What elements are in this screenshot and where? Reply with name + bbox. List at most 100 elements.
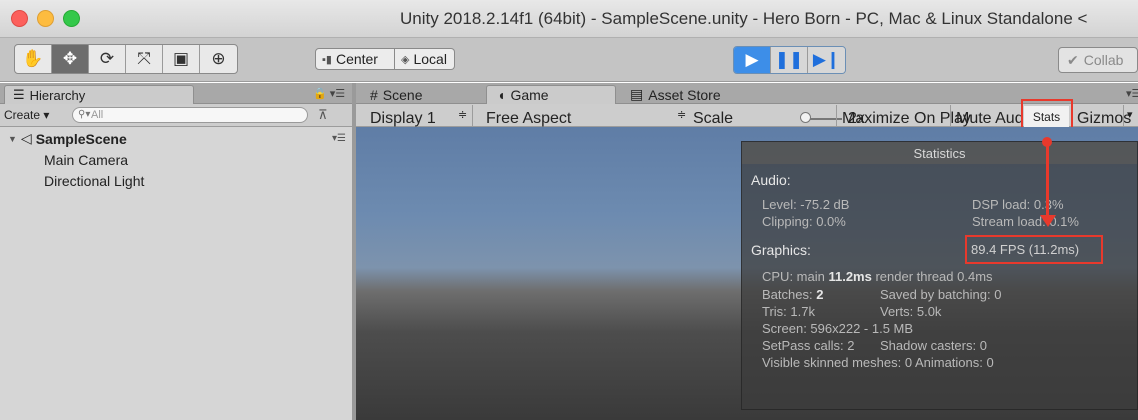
hand-tool-button[interactable]: ✋ (15, 45, 52, 73)
create-label: Create (4, 108, 41, 122)
aspect-stepper-icon: ≑ (677, 109, 687, 121)
collab-label: Collab (1083, 52, 1124, 68)
cpu-prefix: CPU: main (762, 269, 829, 284)
tab-game[interactable]: ◖ Game (486, 85, 616, 104)
pause-icon: ❚❚ (774, 50, 804, 69)
play-icon: ▶ (745, 50, 759, 69)
gizmos-chevron-icon: ▾ (1127, 109, 1133, 121)
move-tool-button[interactable]: ✥ (52, 45, 89, 73)
pacman-icon: ◖ (497, 87, 506, 103)
title-bar: Unity 2018.2.14f1 (64bit) - SampleScene.… (0, 0, 1138, 38)
scale-slider-handle[interactable] (800, 112, 811, 123)
audio-heading: Audio: (751, 172, 791, 188)
grid-icon: # (370, 86, 378, 103)
hierarchy-item-directional-light[interactable]: Directional Light (44, 173, 144, 189)
pivot-rotation-button[interactable]: ◈ Local (395, 48, 455, 70)
annotation-arrow-head (1040, 215, 1056, 227)
step-icon: ▶❙ (812, 50, 841, 69)
collab-button[interactable]: ✔ Collab (1058, 47, 1138, 73)
play-controls: ▶ ❚❚ ▶❙ (733, 46, 846, 74)
divider (472, 105, 473, 127)
maximize-on-play-button[interactable]: Maximize On Play (842, 110, 971, 128)
aspect-dropdown[interactable]: Free Aspect (486, 110, 571, 128)
scale-label: Scale (693, 110, 734, 127)
audio-clipping: Clipping: 0.0% (762, 214, 846, 229)
list-icon: ☰ (13, 87, 25, 102)
graphics-heading: Graphics: (751, 242, 811, 258)
divider (950, 105, 951, 127)
fps-highlight-box (965, 235, 1103, 264)
scale-icon: ⤧ (137, 49, 151, 68)
search-placeholder: All (91, 109, 104, 121)
screen-info: Screen: 596x222 - 1.5 MB (762, 321, 914, 336)
pause-button[interactable]: ❚❚ (771, 47, 808, 73)
create-dropdown[interactable]: Create ▾ (4, 108, 49, 122)
chevron-down-icon: ▾ (43, 108, 50, 122)
display-label: Display 1 (370, 110, 436, 127)
divider (1123, 105, 1124, 127)
cpu-render-thread: render thread 0.4ms (871, 269, 993, 284)
skinned-meshes: Visible skinned meshes: 0 Animations: 0 (762, 355, 994, 370)
batches: Batches: 2 (762, 287, 823, 302)
local-rotation-icon: ◈ (401, 53, 410, 66)
game-tab-label: Game (510, 87, 549, 103)
saved-by-batching: Saved by batching: 0 (880, 287, 1002, 302)
pivot-mode-button[interactable]: ▪▮ Center (315, 48, 395, 70)
hierarchy-tab-bar: ☰ Hierarchy 🔒 ▾☰ (0, 83, 352, 104)
pivot-mode-label: Center (335, 51, 378, 67)
search-icon: ⚲▾ (78, 109, 91, 120)
hierarchy-toolbar: Create ▾ ⚲▾ All ⊼ (0, 104, 352, 127)
maximize-window-button[interactable] (63, 10, 80, 27)
tab-menu-icon[interactable]: ▾☰ (1126, 87, 1138, 100)
annotation-arrow-line (1046, 140, 1049, 218)
scene-options-icon[interactable]: ▾☰ (332, 133, 346, 144)
verts-count: Verts: 5.0k (880, 304, 942, 319)
move-arrows-icon: ✥ (62, 49, 78, 68)
scene-visibility-icon[interactable]: ⊼ (318, 107, 328, 123)
divider (836, 105, 837, 127)
asset-store-tab-label: Asset Store (648, 86, 721, 103)
cpu-time: CPU: main 11.2ms render thread 0.4ms (762, 269, 993, 284)
expand-arrow-icon: ▼ (8, 133, 17, 144)
step-button[interactable]: ▶❙ (808, 47, 845, 73)
shadow-casters: Shadow casters: 0 (880, 338, 987, 353)
scene-name: SampleScene (35, 130, 127, 147)
stream-load: Stream load: 0.1% (972, 214, 1079, 229)
pivot-rotation-label: Local (413, 51, 447, 67)
rotate-icon: ⟳ (99, 49, 115, 68)
tab-scene[interactable]: # Scene (360, 85, 484, 104)
shopping-bag-icon: ▤ (630, 86, 644, 102)
rect-icon: ▣ (172, 49, 190, 68)
hierarchy-search-input[interactable]: ⚲▾ All (72, 107, 308, 123)
pivot-center-icon: ▪▮ (322, 53, 332, 66)
play-button[interactable]: ▶ (734, 47, 771, 73)
hand-icon: ✋ (22, 49, 44, 68)
scale-tool-button[interactable]: ⤧ (126, 45, 163, 73)
statistics-panel: Statistics Audio: Level: -75.2 dB Clippi… (741, 141, 1138, 410)
transform-tool-group: ✋ ✥ ⟳ ⤧ ▣ ⊕ (14, 44, 238, 74)
setpass-calls: SetPass calls: 2 (762, 338, 855, 353)
main-toolbar: ✋ ✥ ⟳ ⤧ ▣ ⊕ ▪▮ Center ◈ Local ▶ ❚❚ ▶❙ ✔ … (0, 38, 1138, 82)
window-title: Unity 2018.2.14f1 (64bit) - SampleScene.… (400, 9, 1088, 28)
check-circle-icon: ✔ (1067, 51, 1079, 68)
hierarchy-list: ▼ ◁ SampleScene ▾☰ Main Camera Direction… (0, 127, 352, 420)
hierarchy-item-main-camera[interactable]: Main Camera (44, 152, 128, 168)
display-dropdown[interactable]: Display 1 (370, 110, 436, 128)
panel-lock-menu-icon[interactable]: 🔒 ▾☰ (313, 87, 345, 100)
aspect-label: Free Aspect (486, 110, 572, 127)
display-stepper-icon: ≑ (458, 109, 468, 121)
transform-tool-button[interactable]: ⊕ (200, 45, 237, 73)
unity-scene-icon: ◁ (20, 130, 32, 146)
minimize-window-button[interactable] (37, 10, 54, 27)
tab-asset-store[interactable]: ▤ Asset Store (620, 85, 760, 104)
close-window-button[interactable] (11, 10, 28, 27)
audio-level: Level: -75.2 dB (762, 197, 850, 212)
transform-icon: ⊕ (211, 49, 226, 68)
batches-value: 2 (816, 287, 824, 302)
scene-tab-label: Scene (382, 86, 423, 103)
scene-root-item[interactable]: ▼ ◁ SampleScene (8, 130, 127, 147)
rotate-tool-button[interactable]: ⟳ (89, 45, 126, 73)
rect-tool-button[interactable]: ▣ (163, 45, 200, 73)
tab-hierarchy[interactable]: ☰ Hierarchy (4, 85, 194, 104)
hierarchy-tab-label: Hierarchy (29, 87, 86, 103)
